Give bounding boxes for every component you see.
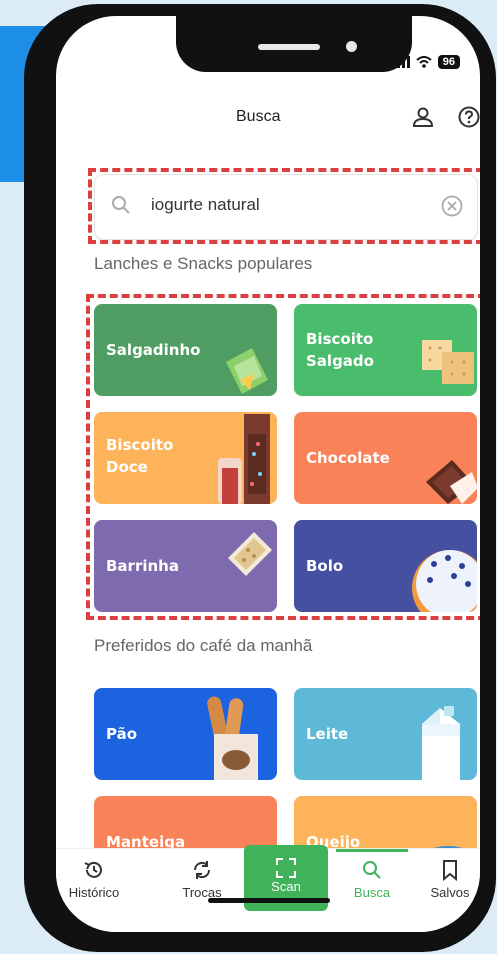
category-card-leite[interactable]: Leite <box>294 688 477 780</box>
header: Busca <box>56 102 480 138</box>
swap-icon <box>193 861 211 879</box>
battery-indicator: 96 <box>437 55 460 69</box>
tab-historico[interactable]: Histórico <box>58 855 130 900</box>
highlight-snacks <box>86 294 480 620</box>
camera <box>346 41 357 52</box>
history-icon <box>84 861 102 878</box>
status-bar: 96 <box>391 55 460 69</box>
signal-icon <box>391 56 410 68</box>
tab-salvos[interactable]: Salvos <box>414 855 480 900</box>
bookmark-icon <box>443 860 457 881</box>
speaker <box>258 44 320 50</box>
help-icon[interactable] <box>458 106 480 128</box>
active-tab-indicator <box>336 849 408 852</box>
phone-frame: 96 Busca iogurte natural Lanches e Snack… <box>24 4 496 952</box>
bottom-tab-bar: Histórico Trocas Scan Busca Salvos <box>56 845 480 932</box>
category-card-pao[interactable]: Pão <box>94 688 277 780</box>
home-indicator <box>208 898 330 903</box>
tab-label: Histórico <box>68 885 120 900</box>
user-icon[interactable] <box>412 106 434 128</box>
bread-icon <box>207 696 258 780</box>
card-label: Leite <box>306 725 349 743</box>
section-title-breakfast: Preferidos do café da manhã <box>94 636 313 655</box>
search-icon <box>363 861 381 879</box>
tab-label: Busca <box>353 885 391 900</box>
section-title-snacks: Lanches e Snacks populares <box>94 254 313 273</box>
card-label: Pão <box>106 725 138 743</box>
tab-busca[interactable]: Busca <box>336 855 408 900</box>
notch <box>176 16 412 72</box>
tab-label: Scan <box>271 879 301 894</box>
tab-trocas[interactable]: Trocas <box>166 855 238 900</box>
app-screen: 96 Busca iogurte natural Lanches e Snack… <box>56 16 480 932</box>
milk-carton-icon <box>422 706 460 780</box>
wifi-icon <box>416 56 432 68</box>
page-title: Busca <box>236 108 281 125</box>
highlight-search <box>88 168 480 244</box>
scan-icon <box>276 858 296 878</box>
tab-label: Salvos <box>430 885 470 900</box>
